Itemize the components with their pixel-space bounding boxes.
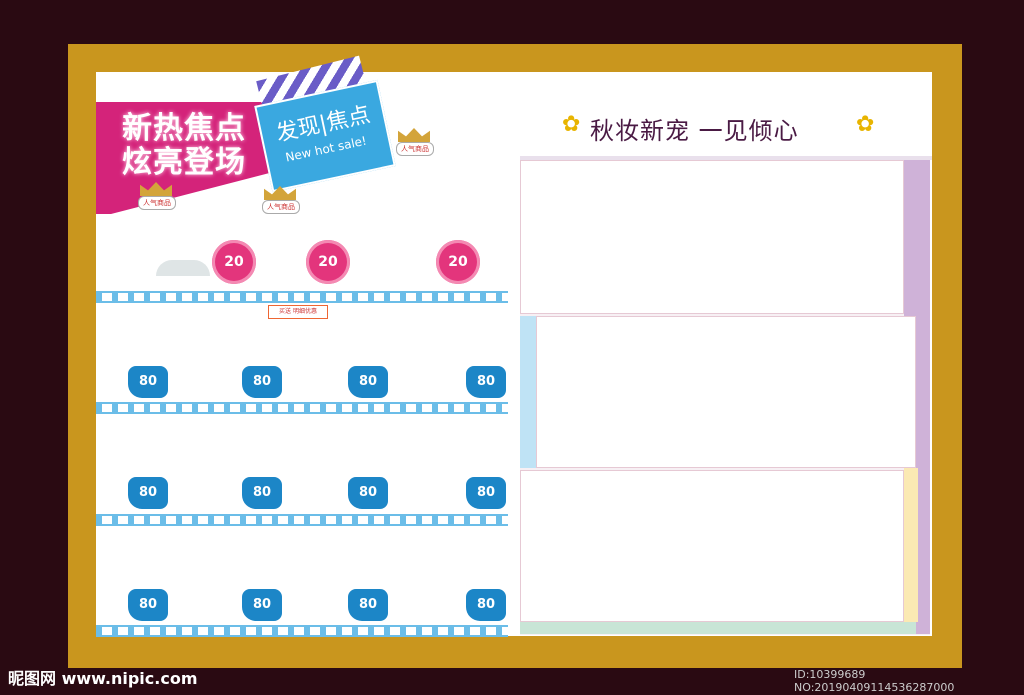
product-panel-2: [536, 316, 916, 468]
product-panel-3: [520, 470, 904, 622]
film-divider: [96, 291, 508, 303]
price-badge-80: 80: [128, 366, 168, 398]
price-badge-80: 80: [348, 366, 388, 398]
discount-badge-20: 20: [436, 240, 480, 284]
crown-icon: 人气商品: [262, 186, 300, 214]
purple-stripe: [916, 316, 930, 634]
price-badge-80: 80: [348, 477, 388, 509]
discount-badge-20: 20: [212, 240, 256, 284]
price-badge-80: 80: [242, 366, 282, 398]
promo-line-2: 炫亮登场: [122, 145, 246, 180]
product-panel-1: [520, 160, 904, 314]
price-badge-80: 80: [242, 589, 282, 621]
crown-icon: 人气商品: [396, 128, 434, 156]
yellow-stripe: [904, 468, 918, 622]
watermark-right: ID:10399689 NO:20190409114536287000: [794, 668, 955, 694]
gift-tag: 买送 明细优惠: [268, 305, 328, 319]
price-badge-80: 80: [242, 477, 282, 509]
price-badge-80: 80: [466, 477, 506, 509]
crown-icon: 人气商品: [138, 182, 176, 210]
purple-stripe: [904, 156, 930, 316]
hill-decoration: [156, 260, 210, 276]
blue-stripe: [520, 316, 536, 468]
green-stripe: [520, 622, 916, 634]
film-divider: [96, 402, 508, 414]
price-badge-80: 80: [466, 589, 506, 621]
star-icon: ✿: [856, 112, 875, 137]
discount-badge-20: 20: [306, 240, 350, 284]
film-divider: [96, 514, 508, 526]
film-divider: [96, 625, 508, 637]
right-title: 秋妆新宠 一见倾心: [590, 117, 799, 145]
star-icon: ✿: [562, 112, 581, 137]
price-badge-80: 80: [466, 366, 506, 398]
watermark-left: 昵图网 www.nipic.com: [8, 669, 198, 688]
price-badge-80: 80: [128, 589, 168, 621]
price-badge-80: 80: [348, 589, 388, 621]
price-badge-80: 80: [128, 477, 168, 509]
